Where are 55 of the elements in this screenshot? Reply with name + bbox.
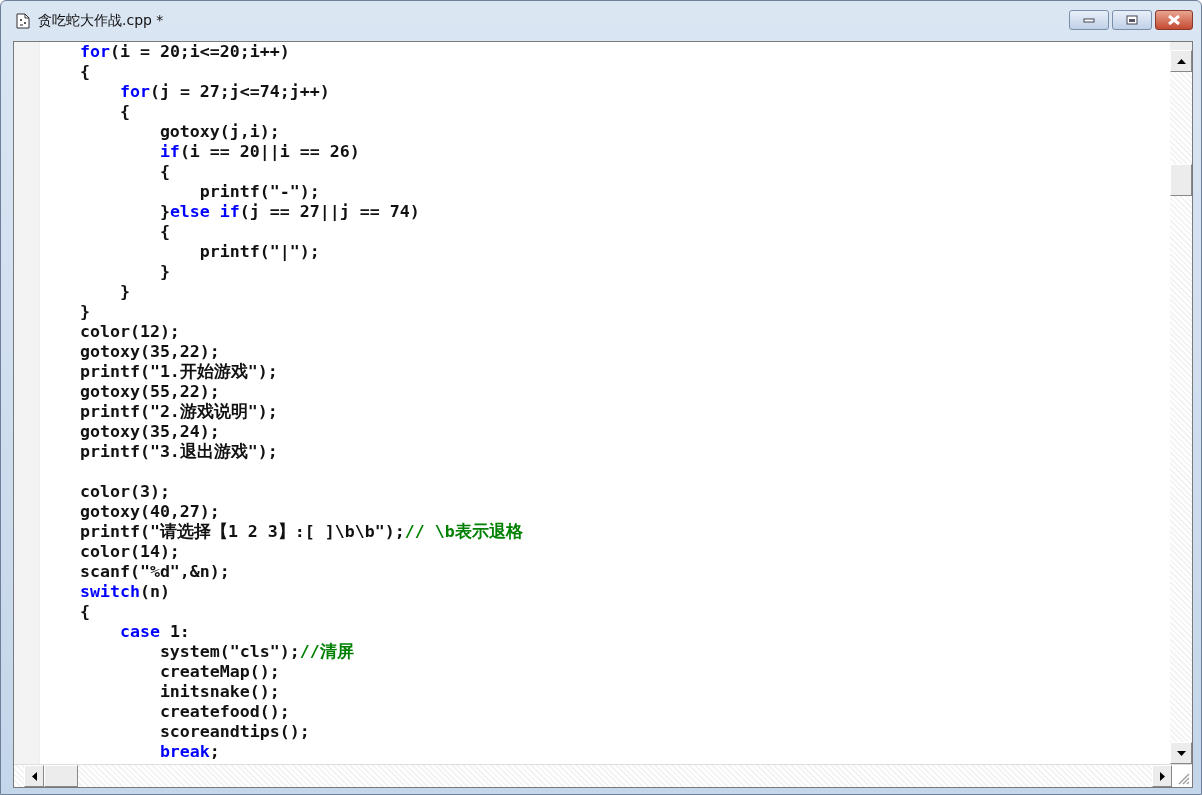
- close-button[interactable]: [1155, 10, 1193, 30]
- code-line: gotoxy(35,24);: [78, 422, 221, 442]
- code-line: printf("1.开始游戏");: [78, 362, 279, 382]
- code-line: printf("-");: [198, 182, 321, 202]
- restore-icon: [1126, 15, 1138, 25]
- resize-grip-icon[interactable]: [1178, 773, 1190, 785]
- up-arrow-icon: [1176, 58, 1186, 64]
- code-line: gotoxy(55,22);: [78, 382, 221, 402]
- code-line: break;: [158, 742, 221, 762]
- scroll-down-button[interactable]: [1170, 742, 1192, 764]
- code-line: color(14);: [78, 542, 181, 562]
- code-line: {: [78, 62, 91, 82]
- minimize-icon: [1083, 17, 1095, 23]
- code-line: createMap();: [158, 662, 281, 682]
- code-line: }: [78, 302, 91, 322]
- code-line: system("cls");//清屏: [158, 642, 355, 662]
- horizontal-scrollbar[interactable]: [14, 765, 1172, 787]
- restore-button[interactable]: [1112, 10, 1152, 30]
- code-line: {: [158, 222, 171, 242]
- code-line: }else if(j == 27||j == 74): [158, 202, 421, 222]
- close-icon: [1167, 15, 1181, 25]
- code-line: printf("3.退出游戏");: [78, 442, 279, 462]
- code-line: printf("2.游戏说明");: [78, 402, 279, 422]
- code-line: color(3);: [78, 482, 171, 502]
- code-line: for(i = 20;i<=20;i++): [78, 42, 291, 62]
- vertical-scrollbar[interactable]: [1170, 42, 1192, 764]
- code-line: printf("|");: [198, 242, 321, 262]
- code-line: {: [118, 102, 131, 122]
- window-title: 贪吃蛇大作战.cpp *: [38, 12, 164, 30]
- right-arrow-icon: [1159, 771, 1165, 781]
- scroll-left-button[interactable]: [24, 765, 44, 787]
- document-icon: [16, 13, 30, 29]
- code-line: {: [158, 162, 171, 182]
- code-line: }: [118, 282, 131, 302]
- scroll-thumb[interactable]: [1170, 164, 1192, 196]
- code-line: for(j = 27;j<=74;j++): [118, 82, 331, 102]
- code-line: printf("请选择【1 2 3】:[ ]\b\b");// \b表示退格: [78, 522, 524, 542]
- code-line: gotoxy(40,27);: [78, 502, 221, 522]
- code-line: scanf("%d",&n);: [78, 562, 231, 582]
- code-line: color(12);: [78, 322, 181, 342]
- code-line: case 1:: [118, 622, 191, 642]
- scroll-right-button[interactable]: [1152, 765, 1172, 787]
- scroll-up-button[interactable]: [1170, 50, 1192, 72]
- code-line: if(i == 20||i == 26): [158, 142, 361, 162]
- code-line: initsnake();: [158, 682, 281, 702]
- code-line: switch(n): [78, 582, 171, 602]
- left-arrow-icon: [31, 771, 37, 781]
- code-line: createfood();: [158, 702, 291, 722]
- code-line: }: [158, 262, 171, 282]
- scroll-thumb[interactable]: [44, 765, 78, 787]
- code-line: gotoxy(j,i);: [158, 122, 281, 142]
- code-line: {: [78, 602, 91, 622]
- code-line: scoreandtips();: [158, 722, 311, 742]
- down-arrow-icon: [1176, 750, 1186, 756]
- code-line: gotoxy(35,22);: [78, 342, 221, 362]
